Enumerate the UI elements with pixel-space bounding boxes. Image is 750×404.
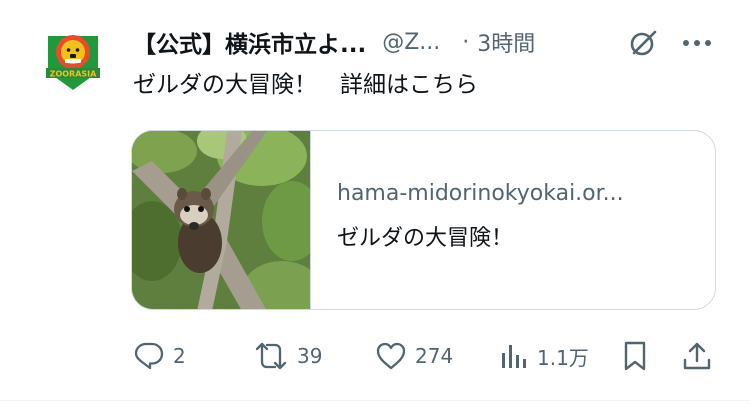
retweet-count: 39	[297, 344, 323, 368]
zoorasia-logo: ZOORASIA	[44, 32, 102, 94]
reply-count: 2	[173, 344, 186, 368]
views-count: 1.1万	[537, 345, 589, 370]
separator-dot: ·	[462, 29, 470, 55]
share-icon	[683, 342, 711, 370]
tweet-text: ゼルダの大冒険！ 詳細はこちら	[133, 72, 478, 98]
handle[interactable]: @Z...	[382, 30, 440, 55]
display-name[interactable]: 【公式】横浜市立よ...	[133, 25, 366, 59]
bookmark-icon	[624, 341, 646, 371]
grok-button[interactable]	[626, 27, 660, 59]
grok-icon	[630, 30, 657, 56]
card-title: ゼルダの大冒険！	[337, 226, 514, 251]
more-icon	[683, 40, 711, 46]
coati-photo	[132, 131, 310, 309]
tweet-header: 【公式】横浜市立よ... @Z... · 3時間	[133, 24, 535, 60]
card-image[interactable]	[132, 131, 311, 309]
avatar[interactable]: ZOORASIA	[40, 28, 106, 96]
heart-icon	[376, 342, 406, 370]
more-button[interactable]	[680, 27, 714, 59]
retweet-button[interactable]: 39	[253, 334, 322, 378]
card-domain: hama-midorinokyokai.or...	[337, 181, 624, 206]
reply-button[interactable]: 2	[133, 334, 186, 378]
like-count: 274	[415, 344, 454, 368]
like-button[interactable]: 274	[375, 334, 453, 378]
bookmark-button[interactable]	[621, 334, 649, 378]
timestamp[interactable]: 3時間	[477, 26, 535, 58]
card-body[interactable]: hama-midorinokyokai.or... ゼルダの大冒険！	[311, 131, 715, 309]
action-bar: 2 39 274 1.1万	[133, 334, 718, 378]
reply-icon	[134, 342, 164, 370]
views-icon	[502, 345, 526, 368]
retweet-icon	[255, 342, 287, 370]
tweet[interactable]: ZOORASIA 【公式】横浜市立よ... @Z... · 3時間 ゼルダの大冒…	[0, 0, 750, 404]
link-card[interactable]: hama-midorinokyokai.or... ゼルダの大冒険！	[131, 130, 716, 310]
avatar-label: ZOORASIA	[50, 70, 97, 79]
share-button[interactable]	[681, 334, 713, 378]
divider	[0, 400, 750, 401]
views-button[interactable]: 1.1万	[499, 334, 589, 378]
